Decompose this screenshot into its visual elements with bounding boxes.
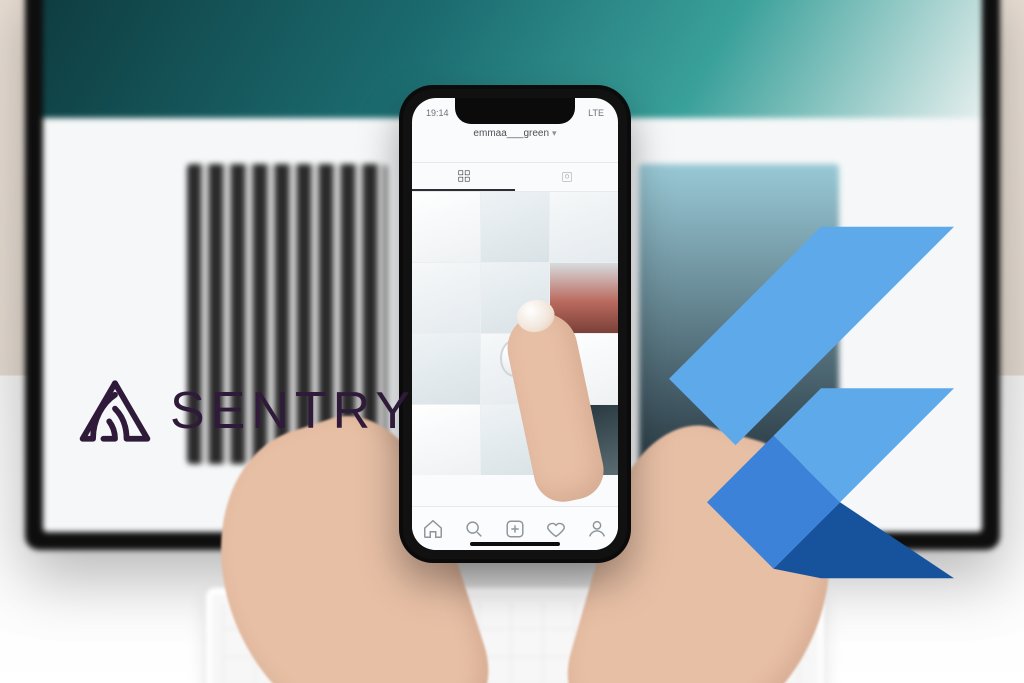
home-indicator: [470, 542, 560, 546]
grid-icon: [457, 169, 471, 183]
tab-add[interactable]: [504, 518, 526, 540]
status-carrier: LTE: [588, 108, 604, 118]
profile-header[interactable]: emmaa___green ▾: [412, 128, 618, 162]
grid-photo[interactable]: [412, 263, 480, 333]
home-icon: [422, 518, 444, 540]
profile-tab-grid[interactable]: [412, 163, 515, 191]
tab-home[interactable]: [422, 518, 444, 540]
tab-profile[interactable]: [586, 518, 608, 540]
tab-search[interactable]: [463, 518, 485, 540]
flutter-logo: [669, 225, 954, 580]
promo-composition: ————— 19:14 LTE emmaa___green: [0, 0, 1024, 683]
grid-photo[interactable]: [412, 192, 480, 262]
flutter-mark-icon: [669, 225, 954, 580]
activity-icon: [545, 518, 567, 540]
profile-username: emmaa___green: [473, 128, 549, 139]
profile-icon: [586, 518, 608, 540]
phone-notch: [455, 98, 575, 124]
status-time: 19:14: [426, 108, 449, 118]
sentry-wordmark: SENTRY: [170, 381, 416, 441]
profile-tab-tagged[interactable]: [515, 163, 618, 191]
search-icon: [463, 518, 485, 540]
grid-photo[interactable]: [412, 405, 480, 475]
tagged-icon: [560, 170, 574, 184]
sentry-logo: SENTRY: [78, 378, 416, 444]
phone-frame: 19:14 LTE emmaa___green ▾: [399, 85, 631, 563]
grid-photo[interactable]: [481, 192, 549, 262]
sentry-mark-icon: [78, 378, 152, 444]
profile-tabs: [412, 162, 618, 192]
grid-photo[interactable]: [412, 334, 480, 404]
add-post-icon: [504, 518, 526, 540]
tab-activity[interactable]: [545, 518, 567, 540]
chevron-down-icon: ▾: [552, 128, 557, 139]
grid-photo[interactable]: [550, 192, 618, 262]
